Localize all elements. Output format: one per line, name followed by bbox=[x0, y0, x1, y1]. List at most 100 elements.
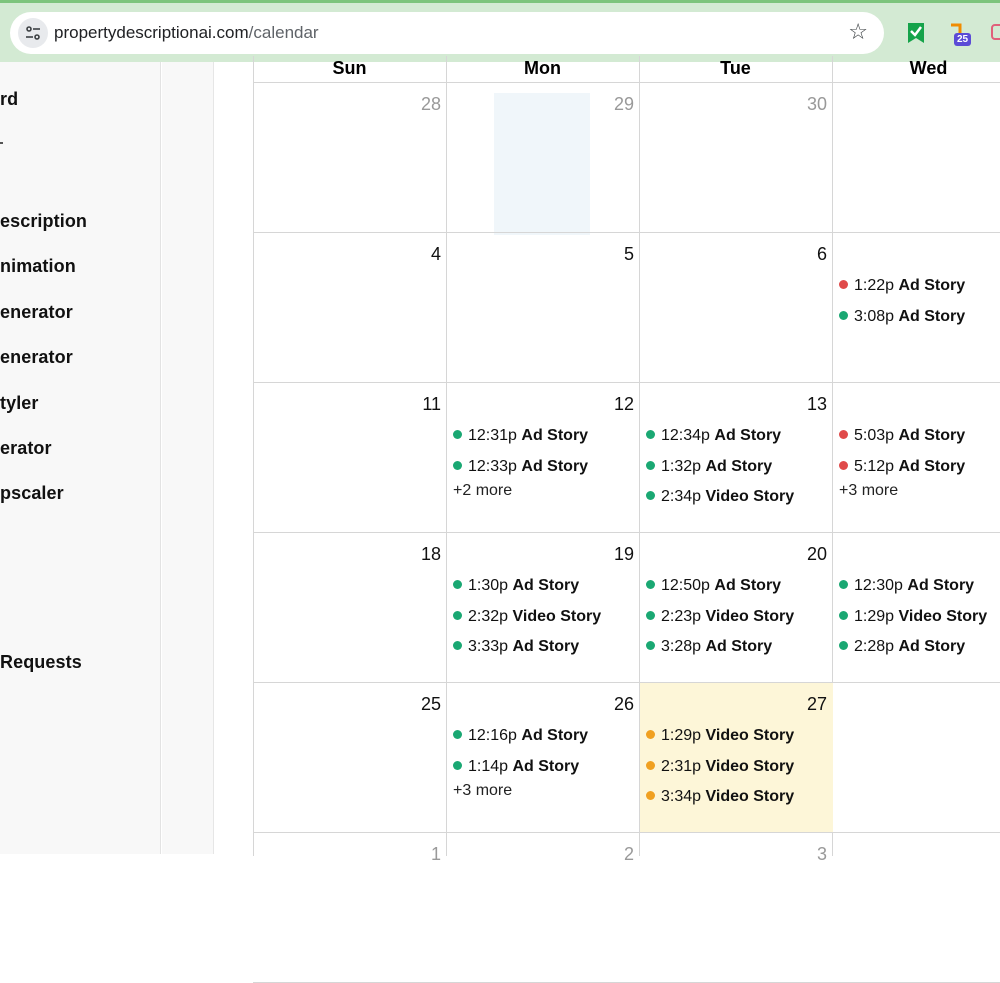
url-text[interactable]: propertydescriptionai.com/calendar bbox=[54, 23, 319, 43]
calendar-event[interactable]: 3:33p Ad Story bbox=[453, 638, 579, 656]
day-cell-mon[interactable]: 5 bbox=[447, 233, 640, 382]
event-status-dot bbox=[646, 610, 655, 620]
calendar-event[interactable]: 2:32p Video Story bbox=[453, 608, 601, 626]
day-cell-tue[interactable]: 13 12:34p Ad Story 1:32p Ad Story 2:34p Vid… bbox=[640, 383, 833, 532]
day-cell-sun[interactable]: 18 bbox=[254, 533, 447, 682]
event-status-dot bbox=[839, 310, 848, 320]
sidebar-item-description[interactable]: escription bbox=[0, 211, 87, 232]
day-cell-sun[interactable]: 1 bbox=[254, 833, 447, 982]
address-bar[interactable]: propertydescriptionai.com/calendar ☆ bbox=[10, 12, 884, 54]
event-title: Video Story bbox=[705, 727, 795, 744]
day-cell-mon[interactable]: 29 bbox=[447, 83, 640, 232]
event-status-dot bbox=[646, 460, 655, 470]
event-time: 1:30p bbox=[468, 577, 513, 594]
day-cell-tue[interactable]: 30 bbox=[640, 83, 833, 232]
calendar-event[interactable]: 3:08p Ad Story bbox=[839, 308, 965, 326]
event-time: 12:50p bbox=[661, 577, 715, 594]
day-cell-wed[interactable]: 5:03p Ad Story 5:12p Ad Story +3 more bbox=[833, 383, 1000, 532]
event-status-dot bbox=[646, 430, 655, 439]
event-title: Ad Story bbox=[521, 457, 589, 475]
event-title: Video Story bbox=[898, 607, 988, 625]
bookmark-star-icon[interactable]: ☆ bbox=[848, 20, 868, 44]
calendar-event[interactable]: 1:30p Ad Story bbox=[453, 577, 579, 595]
calendar-event[interactable]: 1:14p Ad Story bbox=[453, 758, 579, 776]
event-title: Video Story bbox=[512, 607, 602, 625]
calendar-event[interactable]: 1:22p Ad Story bbox=[839, 277, 965, 295]
day-cell-mon[interactable]: 2 bbox=[447, 833, 640, 982]
date-number: 3 bbox=[816, 844, 827, 864]
sidebar-item-styler[interactable]: tyler bbox=[0, 393, 39, 414]
day-cell-wed[interactable] bbox=[833, 683, 1000, 832]
calendar-event[interactable]: 5:03p Ad Story bbox=[839, 427, 965, 445]
day-cell-wed[interactable] bbox=[833, 83, 1000, 232]
more-events-link[interactable]: +3 more bbox=[453, 782, 512, 800]
calendar-event[interactable]: 12:34p Ad Story bbox=[646, 427, 781, 445]
calendar-event[interactable]: 1:32p Ad Story bbox=[646, 458, 772, 476]
event-time: 12:16p bbox=[468, 727, 522, 744]
date-number: 18 bbox=[420, 544, 441, 564]
day-cell-sun[interactable]: 25 bbox=[254, 683, 447, 832]
extension-check-icon[interactable] bbox=[904, 21, 928, 45]
day-cell-mon[interactable]: 12 12:31p Ad Story 12:33p Ad Story +2 more bbox=[447, 383, 640, 532]
extension-badge-icon[interactable]: 25 bbox=[948, 21, 972, 46]
calendar-event[interactable]: 5:12p Ad Story bbox=[839, 458, 965, 476]
calendar-event[interactable]: 2:28p Ad Story bbox=[839, 638, 965, 656]
event-time: 1:29p bbox=[854, 607, 899, 625]
sidebar-item-generator-2[interactable]: enerator bbox=[0, 347, 73, 368]
sidebar: rd escription nimation enerator enerator… bbox=[0, 62, 161, 854]
date-number: 4 bbox=[430, 244, 441, 264]
calendar-event[interactable]: 12:31p Ad Story bbox=[453, 427, 588, 445]
event-title: Ad Story bbox=[521, 727, 589, 744]
event-time: 12:33p bbox=[468, 457, 522, 475]
day-cell-wed[interactable]: 1:22p Ad Story 3:08p Ad Story bbox=[833, 233, 1000, 382]
calendar-event[interactable]: 12:50p Ad Story bbox=[646, 577, 781, 595]
day-cell-tue[interactable]: 6 bbox=[640, 233, 833, 382]
date-number: 1 bbox=[430, 844, 441, 864]
sidebar-item-dashboard[interactable]: rd bbox=[0, 89, 18, 110]
sidebar-item-requests[interactable]: Requests bbox=[0, 652, 82, 673]
calendar-event[interactable]: 1:29p Video Story bbox=[646, 727, 794, 745]
day-cell-tue[interactable]: 20 12:50p Ad Story 2:23p Video Story 3:28p … bbox=[640, 533, 833, 682]
day-cell-sun[interactable]: 4 bbox=[254, 233, 447, 382]
calendar-event[interactable]: 12:16p Ad Story bbox=[453, 727, 588, 745]
more-events-link[interactable]: +3 more bbox=[839, 482, 898, 500]
date-number: 25 bbox=[420, 694, 441, 714]
event-time: 3:33p bbox=[468, 638, 513, 655]
event-time: 3:08p bbox=[854, 307, 899, 325]
event-status-dot bbox=[453, 610, 462, 620]
event-title: Video Story bbox=[705, 607, 795, 625]
calendar-event[interactable]: 1:29p Video Story bbox=[839, 608, 987, 626]
day-cell-wed[interactable]: 12:30p Ad Story 1:29p Video Story 2:28p Ad… bbox=[833, 533, 1000, 682]
day-cell-sun[interactable]: 11 bbox=[254, 383, 447, 532]
sidebar-item-upscaler[interactable]: pscaler bbox=[0, 483, 64, 504]
event-status-dot bbox=[453, 580, 462, 589]
event-title: Ad Story bbox=[512, 638, 580, 655]
calendar-event[interactable]: 2:23p Video Story bbox=[646, 608, 794, 626]
event-status-dot bbox=[646, 730, 655, 739]
calendar-event[interactable]: 12:33p Ad Story bbox=[453, 458, 588, 476]
day-cell-tue[interactable]: 3 bbox=[640, 833, 833, 982]
extension-partial-icon[interactable] bbox=[990, 21, 1000, 45]
day-header-wed: Wed bbox=[909, 58, 948, 78]
date-number: 27 bbox=[806, 694, 827, 714]
sidebar-item-animation[interactable]: nimation bbox=[0, 256, 76, 277]
event-title: Ad Story bbox=[898, 457, 966, 475]
calendar-event[interactable]: 2:31p Video Story bbox=[646, 758, 794, 776]
event-title: Ad Story bbox=[705, 638, 773, 655]
sidebar-item-generator-3[interactable]: erator bbox=[0, 438, 52, 459]
calendar-event[interactable]: 2:34p Video Story bbox=[646, 488, 794, 506]
event-status-dot bbox=[453, 730, 462, 739]
calendar-event[interactable]: 3:28p Ad Story bbox=[646, 638, 772, 656]
calendar-event[interactable]: 3:34p Video Story bbox=[646, 788, 794, 806]
event-time: 2:34p bbox=[661, 488, 706, 505]
more-events-link[interactable]: +2 more bbox=[453, 482, 512, 500]
sidebar-item-generator-1[interactable]: enerator bbox=[0, 302, 73, 323]
day-cell-sun[interactable]: 28 bbox=[254, 83, 447, 232]
day-cell-wed[interactable] bbox=[833, 833, 1000, 982]
event-title: Ad Story bbox=[705, 457, 773, 475]
day-cell-mon[interactable]: 26 12:16p Ad Story 1:14p Ad Story +3 more bbox=[447, 683, 640, 832]
site-settings-icon[interactable] bbox=[18, 18, 48, 48]
day-cell-tue[interactable]: 27 1:29p Video Story 2:31p Video Story 3:34… bbox=[640, 683, 833, 832]
day-cell-mon[interactable]: 19 1:30p Ad Story 2:32p Video Story 3:33p A… bbox=[447, 533, 640, 682]
calendar-event[interactable]: 12:30p Ad Story bbox=[839, 577, 974, 595]
